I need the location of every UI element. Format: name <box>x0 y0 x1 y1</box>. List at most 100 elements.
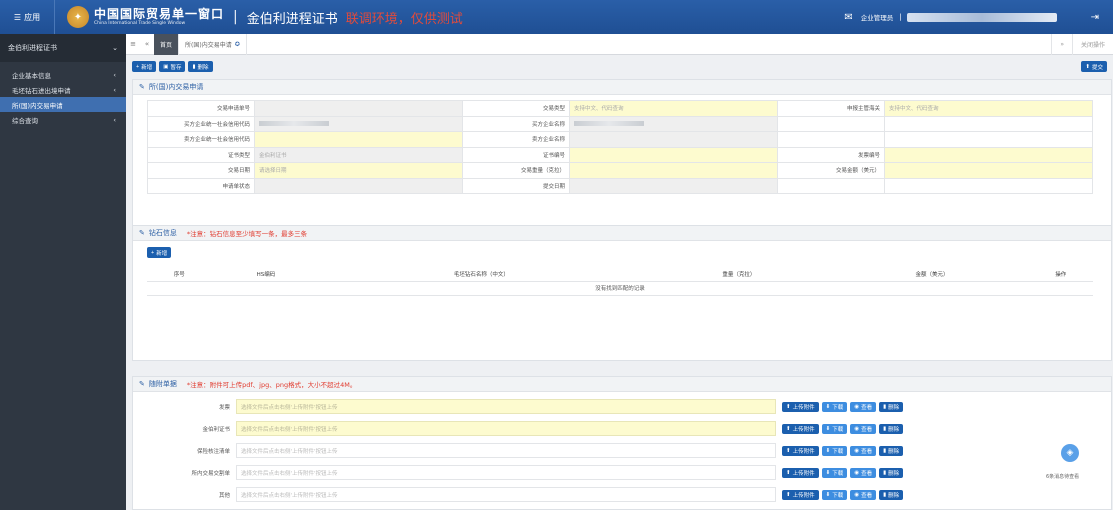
field-input[interactable]: 金伯利证书 <box>254 146 463 163</box>
field-input[interactable] <box>254 100 463 117</box>
message-count[interactable]: 6条消息待查看 <box>1046 473 1079 480</box>
diamond-message-icon[interactable]: ◈ <box>1061 444 1079 462</box>
field-input[interactable]: 支持中文、代码查询 <box>884 100 1093 117</box>
sidebar-item-rough-diamond[interactable]: 毛坯钻石进出境申请 ‹ <box>0 82 126 97</box>
delete-attachment-button[interactable]: ▮ 删除 <box>879 401 904 412</box>
download-button[interactable]: ⬇ 下载 <box>821 423 848 434</box>
logout-icon[interactable]: ⇥ <box>1091 12 1099 23</box>
field-input[interactable] <box>254 131 463 148</box>
view-label: 查看 <box>861 404 873 411</box>
trash-icon: ▮ <box>883 403 887 410</box>
attachment-label: 金伯利证书 <box>202 426 230 433</box>
field-label: 卖方企业统一社会信用代码 <box>147 131 255 148</box>
file-input[interactable]: 选择文件后点击右侧'上传附件'按钮上传 <box>236 465 776 480</box>
field-input[interactable] <box>569 115 778 132</box>
edit-icon: ✎ <box>139 229 145 237</box>
upload-attachment-button[interactable]: ⬆ 上传附件 <box>782 467 819 478</box>
field-label <box>777 115 885 132</box>
view-button[interactable]: ◉ 查看 <box>850 423 877 434</box>
delete-button[interactable]: ▮ 删除 <box>188 61 213 72</box>
add-button[interactable]: + 新增 <box>132 61 157 72</box>
add-diamond-button[interactable]: + 新增 <box>147 247 172 258</box>
sidebar-item-company-info[interactable]: 企业基本信息 ‹ <box>0 67 126 82</box>
plus-icon: + <box>151 249 155 256</box>
save-button[interactable]: ▣ 暂存 <box>159 61 186 72</box>
attach-note: *注意：附件可上传pdf、jpg、png格式，大小不超过4M。 <box>186 381 357 389</box>
sidebar-item-label: 毛坯钻石进出境申请 <box>12 86 71 95</box>
tab-domestic-trade[interactable]: 所(国)内交易申请 ✪ <box>179 33 247 55</box>
sidebar: 金伯利进程证书 ⌄ 企业基本信息 ‹ 毛坯钻石进出境申请 ‹ 所(国)内交易申请 综合… <box>0 34 126 510</box>
field-input[interactable] <box>569 146 778 163</box>
download-button[interactable]: ⬇ 下载 <box>821 489 848 500</box>
download-label: 下载 <box>832 492 844 499</box>
download-icon: ⬇ <box>825 403 831 410</box>
download-button[interactable]: ⬇ 下载 <box>821 401 848 412</box>
tab-home[interactable]: 首页 <box>154 33 180 55</box>
attach-panel-title: 随附单据 <box>148 380 177 388</box>
delete-label: 删除 <box>888 492 900 499</box>
sidebar-item-query[interactable]: 综合查询 ‹ <box>0 112 126 127</box>
delete-label: 删除 <box>888 426 900 433</box>
sidebar-item-domestic-trade[interactable]: 所(国)内交易申请 <box>0 97 126 112</box>
user-role[interactable]: 企业管理员 <box>861 12 894 22</box>
trade-form: 交易申请单号 交易类型 支持中文、代码查询 申报主管海关 支持中文、代码查询 买方企业统一… <box>147 100 1093 194</box>
form-row: 交易日期 请选择日期 交易重量（克拉） 交易金额（美元） <box>147 162 1093 179</box>
upload-attachment-button[interactable]: ⬆ 上传附件 <box>782 489 819 500</box>
attachment-row: 其他 选择文件后点击右侧'上传附件'按钮上传 ⬆ 上传附件 ⬇ 下载 ◉ 查看 ▮ 删除 <box>133 487 1093 502</box>
trade-panel-header: ✎ 所(国)内交易申请 <box>133 80 1111 95</box>
attach-panel: ✎ 随附单据 *注意：附件可上传pdf、jpg、png格式，大小不超过4M。 发票 … <box>132 376 1112 510</box>
field-label: 交易金额（美元） <box>777 162 885 179</box>
col-diamond-name: 毛坯钻石名称（中文） <box>320 267 643 282</box>
sidebar-header[interactable]: 金伯利进程证书 ⌄ <box>0 34 126 62</box>
field-input[interactable] <box>254 115 463 132</box>
upload-attachment-button[interactable]: ⬆ 上传附件 <box>782 445 819 456</box>
file-input[interactable]: 选择文件后点击右侧'上传附件'按钮上传 <box>236 421 776 436</box>
save-label: 暂存 <box>170 64 182 71</box>
attach-panel-header: ✎ 随附单据 *注意：附件可上传pdf、jpg、png格式，大小不超过4M。 <box>133 377 1111 392</box>
env-note: 联调环境，仅供测试 <box>345 11 463 27</box>
close-ops-button[interactable]: 关闭操作 <box>1071 34 1113 55</box>
delete-attachment-button[interactable]: ▮ 删除 <box>879 489 904 500</box>
file-input[interactable]: 选择文件后点击右侧'上传附件'按钮上传 <box>236 399 776 414</box>
submit-button[interactable]: ⬆ 提交 <box>1081 61 1107 72</box>
field-input[interactable] <box>569 177 778 194</box>
field-input[interactable]: 支持中文、代码查询 <box>569 100 778 117</box>
upload-attachment-button[interactable]: ⬆ 上传附件 <box>782 401 819 412</box>
col-actions: 操作 <box>1028 267 1093 282</box>
scroll-left-icon[interactable]: « <box>140 40 154 48</box>
file-input[interactable]: 选择文件后点击右侧'上传附件'按钮上传 <box>236 487 776 502</box>
refresh-icon[interactable]: ✪ <box>235 41 240 48</box>
field-label: 交易类型 <box>462 100 570 117</box>
attachment-row: 所内交易交割单 选择文件后点击右侧'上传附件'按钮上传 ⬆ 上传附件 ⬇ 下载 ◉ 查… <box>133 465 1093 480</box>
download-button[interactable]: ⬇ 下载 <box>821 445 848 456</box>
view-button[interactable]: ◉ 查看 <box>850 445 877 456</box>
field-input[interactable]: 请选择日期 <box>254 162 463 179</box>
empty-message: 没有找到匹配的记录 <box>147 281 1093 296</box>
field-input[interactable] <box>569 131 778 148</box>
list-icon[interactable]: ≡ <box>126 40 140 48</box>
upload-icon: ⬆ <box>786 491 791 498</box>
delete-attachment-button[interactable]: ▮ 删除 <box>879 423 904 434</box>
field-input[interactable] <box>884 162 1093 179</box>
field-label: 买方企业名称 <box>462 115 570 132</box>
mail-icon[interactable]: ✉ <box>844 12 852 23</box>
download-button[interactable]: ⬇ 下载 <box>821 467 848 478</box>
submit-label: 提交 <box>1091 64 1103 71</box>
field-input[interactable] <box>884 146 1093 163</box>
field-label: 交易重量（克拉） <box>462 162 570 179</box>
upload-attachment-button[interactable]: ⬆ 上传附件 <box>782 423 819 434</box>
delete-attachment-button[interactable]: ▮ 删除 <box>879 467 904 478</box>
trash-icon: ▮ <box>883 425 887 432</box>
app-menu-button[interactable]: ☰ 应用 <box>0 0 55 34</box>
field-input[interactable] <box>569 162 778 179</box>
file-input[interactable]: 选择文件后点击右侧'上传附件'按钮上传 <box>236 443 776 458</box>
view-button[interactable]: ◉ 查看 <box>850 489 877 500</box>
field-input[interactable] <box>254 177 463 194</box>
view-button[interactable]: ◉ 查看 <box>850 401 877 412</box>
form-row: 证书类型 金伯利证书 证书编号 发票编号 <box>147 146 1093 163</box>
field-input <box>884 131 1093 148</box>
scroll-right-icon[interactable]: » <box>1051 34 1072 55</box>
view-button[interactable]: ◉ 查看 <box>850 467 877 478</box>
view-label: 查看 <box>861 448 873 455</box>
delete-attachment-button[interactable]: ▮ 删除 <box>879 445 904 456</box>
